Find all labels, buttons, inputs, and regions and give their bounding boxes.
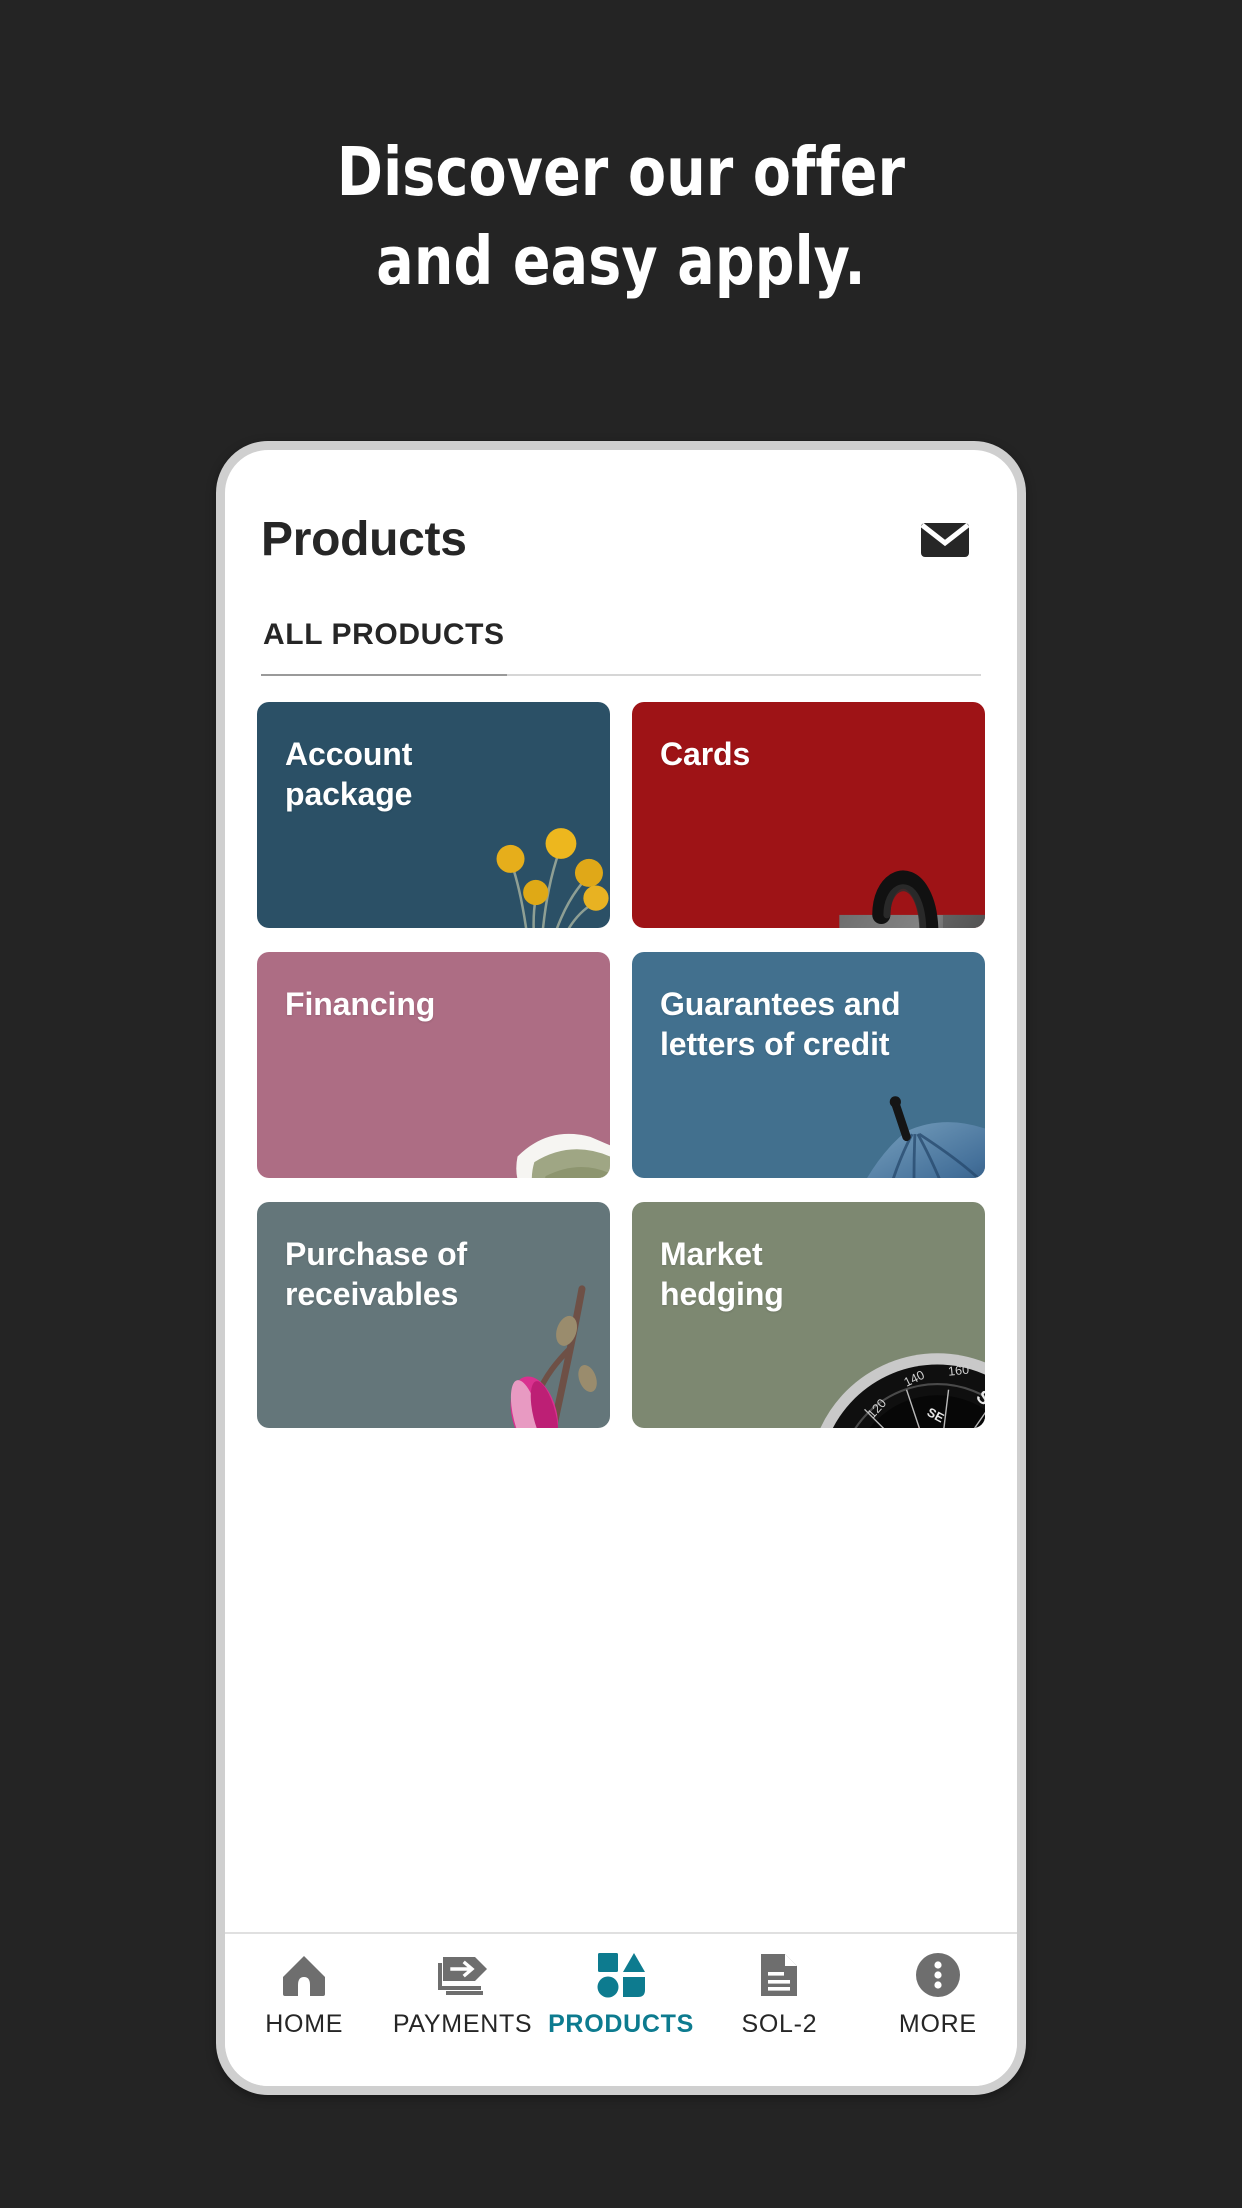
nav-item-payments-label: PAYMENTS	[392, 2010, 533, 2038]
product-tile-account-package[interactable]: Account package	[257, 702, 610, 928]
page-title: Products	[261, 513, 467, 566]
product-tile-purchase-receivables-label: Purchase of receivables	[285, 1236, 468, 1312]
home-icon	[281, 1948, 327, 2002]
product-tile-account-package-label: Account package	[285, 736, 413, 812]
svg-text:120: 120	[865, 1396, 889, 1421]
svg-text:SE: SE	[925, 1405, 946, 1425]
svg-text:S: S	[973, 1386, 985, 1409]
promo-headline: Discover our offer and easy apply.	[50, 128, 1193, 306]
product-grid: Account package Cards Financing Guarante…	[225, 676, 1017, 1428]
nav-item-sol2-label: SOL-2	[741, 2010, 818, 2038]
nav-item-payments[interactable]: PAYMENTS	[383, 1948, 541, 2039]
product-tile-cards-label: Cards	[660, 736, 751, 772]
svg-text:160: 160	[947, 1363, 969, 1379]
tab-all-products-label: ALL PRODUCTS	[263, 618, 505, 651]
product-tile-purchase-receivables[interactable]: Purchase of receivables	[257, 1202, 610, 1428]
product-tile-guarantees-label: Guarantees and letters of credit	[660, 986, 901, 1062]
headline-line-2: and easy apply.	[376, 222, 866, 300]
tab-all-products[interactable]: ALL PRODUCTS	[261, 612, 507, 676]
product-tile-guarantees[interactable]: Guarantees and letters of credit	[632, 952, 985, 1178]
nav-item-home[interactable]: HOME	[225, 1948, 383, 2039]
product-tile-market-hedging-label: Market hedging	[660, 1236, 784, 1312]
bottom-navigation: HOME PAYMENTS PRODUCTS SOL-2 MORE	[225, 1932, 1017, 2086]
tab-strip: ALL PRODUCTS	[225, 612, 1017, 676]
transfer-icon	[437, 1948, 489, 2002]
nav-item-home-label: HOME	[265, 2010, 344, 2038]
envelope-icon[interactable]	[916, 511, 974, 569]
shapes-icon	[597, 1948, 646, 2002]
more-dots-icon	[915, 1948, 961, 2002]
nav-item-products[interactable]: PRODUCTS	[542, 1948, 700, 2039]
svg-text:140: 140	[902, 1368, 927, 1390]
nav-item-more[interactable]: MORE	[859, 1948, 1017, 2039]
headline-line-1: Discover our offer	[336, 133, 906, 211]
product-tile-financing[interactable]: Financing	[257, 952, 610, 1178]
nav-item-products-label: PRODUCTS	[548, 2010, 694, 2038]
product-tile-cards[interactable]: Cards	[632, 702, 985, 928]
nav-item-sol2[interactable]: SOL-2	[700, 1948, 858, 2039]
nav-item-more-label: MORE	[898, 2010, 977, 2038]
document-icon	[759, 1948, 799, 2002]
app-header: Products	[225, 484, 1017, 596]
product-tile-market-hedging[interactable]: S E SE 120 140 160 100 80 Market hedging	[632, 1202, 985, 1428]
product-tile-financing-label: Financing	[285, 986, 436, 1022]
phone-mockup: Products ALL PRODUCTS Account package Ca…	[216, 441, 1026, 2095]
